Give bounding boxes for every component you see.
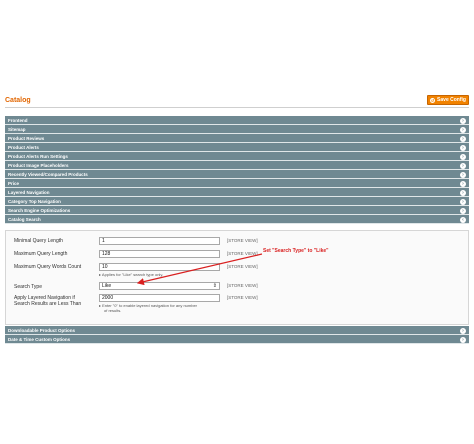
section-recently-viewed[interactable]: Recently Viewed/Compared Products › <box>5 170 469 179</box>
layered-navigation-threshold-input[interactable]: 2000 <box>99 294 220 302</box>
section-layered-navigation[interactable]: Layered Navigation › <box>5 188 469 197</box>
expand-icon: › <box>460 135 466 142</box>
section-category-top-navigation[interactable]: Category Top Navigation › <box>5 197 469 206</box>
section-label: Layered Navigation <box>8 189 50 195</box>
collapse-icon: ‹ <box>460 216 466 223</box>
section-label: Category Top Navigation <box>8 198 61 204</box>
maximum-query-length-label: Maximum Query Length <box>14 251 68 257</box>
field-note: of results. <box>104 308 122 313</box>
section-seo[interactable]: Search Engine Optimizations › <box>5 206 469 215</box>
section-downloadable-product-options[interactable]: Downloadable Product Options › <box>5 326 469 335</box>
section-label: Price <box>8 180 20 186</box>
search-type-value: Like <box>102 283 112 289</box>
section-product-alerts[interactable]: Product Alerts › <box>5 143 469 152</box>
catalog-search-panel: Minimal Query Length 1 [STORE VIEW] Maxi… <box>5 230 469 325</box>
maximum-query-words-input[interactable]: 10 <box>99 263 220 271</box>
section-catalog-search[interactable]: Catalog Search ‹ <box>5 215 469 224</box>
minimal-query-length-label: Minimal Query Length <box>14 238 63 244</box>
section-label: Product Reviews <box>8 135 45 141</box>
expand-icon: › <box>460 189 466 196</box>
section-label: Product Alerts <box>8 144 39 150</box>
save-icon: ↺ <box>430 97 436 103</box>
maximum-query-length-input[interactable]: 128 <box>99 250 220 258</box>
section-product-alerts-run[interactable]: Product Alerts Run Settings › <box>5 152 469 161</box>
section-frontend[interactable]: Frontend › <box>5 116 469 125</box>
expand-icon: › <box>460 198 466 205</box>
expand-icon: › <box>460 171 466 178</box>
field-note: ▸ Applies for "Like" search type only. <box>99 272 164 277</box>
expand-icon: › <box>460 144 466 151</box>
section-date-time-options[interactable]: Date & Time Custom Options › <box>5 335 469 344</box>
section-label: Date & Time Custom Options <box>8 336 71 342</box>
section-label: Recently Viewed/Compared Products <box>8 171 88 177</box>
section-label: Catalog Search <box>8 216 41 222</box>
section-label: Frontend <box>8 117 28 123</box>
scope-label: [STORE VIEW] <box>227 295 258 300</box>
section-label: Sitemap <box>8 126 26 132</box>
expand-icon: › <box>460 336 466 343</box>
section-price[interactable]: Price › <box>5 179 469 188</box>
section-label: Search Engine Optimizations <box>8 207 71 213</box>
save-config-button[interactable]: ↺ Save Config <box>427 95 469 105</box>
section-sitemap[interactable]: Sitemap › <box>5 125 469 134</box>
scope-label: [STORE VIEW] <box>227 251 258 256</box>
section-label: Downloadable Product Options <box>8 327 76 333</box>
minimal-query-length-input[interactable]: 1 <box>99 237 220 245</box>
search-type-select[interactable]: Like ⇕ <box>99 282 220 290</box>
section-image-placeholders[interactable]: Product Image Placeholders › <box>5 161 469 170</box>
expand-icon: › <box>460 126 466 133</box>
save-config-label: Save Config <box>437 97 466 103</box>
section-label: Product Alerts Run Settings <box>8 153 68 159</box>
expand-icon: › <box>460 153 466 160</box>
layered-navigation-label-line2: Search Results are Less Than <box>14 301 82 307</box>
title-divider <box>5 107 469 108</box>
expand-icon: › <box>460 207 466 214</box>
select-arrow-icon: ⇕ <box>212 283 217 289</box>
search-type-label: Search Type <box>14 284 42 290</box>
maximum-query-words-label: Maximum Query Words Count <box>14 264 82 270</box>
expand-icon: › <box>460 162 466 169</box>
bottom-config-sections: Downloadable Product Options › Date & Tim… <box>5 326 469 344</box>
scope-label: [STORE VIEW] <box>227 238 258 243</box>
expand-icon: › <box>460 180 466 187</box>
scope-label: [STORE VIEW] <box>227 264 258 269</box>
expand-icon: › <box>460 117 466 124</box>
section-product-reviews[interactable]: Product Reviews › <box>5 134 469 143</box>
expand-icon: › <box>460 327 466 334</box>
section-label: Product Image Placeholders <box>8 162 69 168</box>
scope-label: [STORE VIEW] <box>227 283 258 288</box>
page-title: Catalog <box>5 97 31 104</box>
config-sections: Frontend › Sitemap › Product Reviews › Prod… <box>5 116 469 224</box>
annotation-text: Set "Search Type" to "Like" <box>263 248 329 254</box>
